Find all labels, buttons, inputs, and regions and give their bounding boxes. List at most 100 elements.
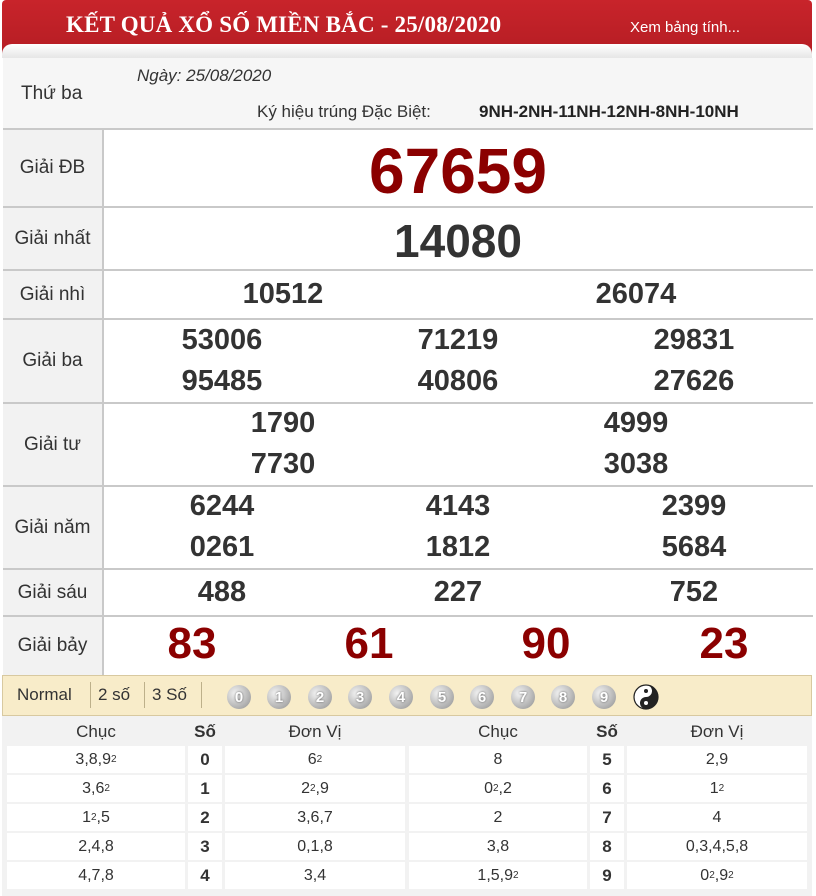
prize-number: 488 bbox=[197, 576, 247, 608]
divider bbox=[144, 682, 145, 708]
loto-row: 0 2,2 6 1 2 bbox=[409, 775, 807, 802]
prize-number: 40806 bbox=[417, 365, 499, 397]
loto-chuc-cell: 8 bbox=[409, 746, 587, 773]
loto-chuc-cell: 4,7,8 bbox=[7, 862, 185, 889]
digit-6-button[interactable]: 6 bbox=[470, 685, 494, 709]
prize-number: 6244 bbox=[189, 490, 255, 522]
prize-number: 4999 bbox=[603, 407, 669, 439]
loto-donvi-cell: 0,3,4,5,8 bbox=[627, 833, 807, 860]
loto-row: 274 bbox=[409, 804, 807, 831]
prize-number: 1790 bbox=[250, 407, 316, 439]
loto-so-cell: 9 bbox=[590, 862, 624, 889]
prize-number: 14080 bbox=[394, 215, 522, 267]
loto-chuc-cell: 1,5,9 2 bbox=[409, 862, 587, 889]
prize-number: 4143 bbox=[425, 490, 491, 522]
header-donvi: Đơn Vị bbox=[690, 722, 744, 741]
prize-number: 71219 bbox=[417, 324, 499, 356]
filter-normal-button[interactable]: Normal bbox=[17, 685, 72, 705]
prize-number: 2399 bbox=[661, 490, 727, 522]
lottery-result-page: KẾT QUẢ XỔ SỐ MIỀN BẮC - 25/08/2020 Xem … bbox=[0, 0, 816, 896]
digit-9-button[interactable]: 9 bbox=[592, 685, 616, 709]
prize-number: 90 bbox=[521, 619, 571, 668]
loto-chuc-cell: 3,8 bbox=[409, 833, 587, 860]
loto-so-cell: 3 bbox=[188, 833, 222, 860]
loto-donvi-cell: 4 bbox=[627, 804, 807, 831]
loto-row: 2,4,8 3 0,1,8 bbox=[7, 833, 405, 860]
prize-row-fourth: Giải tư 1790 4999 7730 3038 bbox=[3, 404, 813, 487]
prize-number: 7730 bbox=[250, 448, 316, 480]
header-divider bbox=[2, 44, 812, 58]
prize-number: 5684 bbox=[661, 531, 727, 563]
loto-so-cell: 8 bbox=[590, 833, 624, 860]
loto-so-cell: 6 bbox=[590, 775, 624, 802]
divider bbox=[201, 682, 202, 708]
special-code: 9NH-2NH-11NH-12NH-8NH-10NH bbox=[479, 102, 739, 121]
loto-donvi-cell: 12 bbox=[627, 775, 807, 802]
prize-row-fifth: Giải năm 6244 4143 2399 0261 1812 5684 bbox=[3, 487, 813, 570]
loto-chuc-cell: 2,4,8 bbox=[7, 833, 185, 860]
prize-number: 61 bbox=[344, 619, 394, 668]
header-so: Số bbox=[194, 722, 216, 741]
loto-row: 1,5,9 2 9 0 2,9 2 bbox=[409, 862, 807, 889]
digit-8-button[interactable]: 8 bbox=[551, 685, 575, 709]
loto-chuc-cell: 3,6 2 bbox=[7, 775, 185, 802]
prize-number: 0261 bbox=[189, 531, 255, 563]
prize-row-second: Giải nhì 10512 26074 bbox=[3, 271, 813, 320]
loto-row: 3,8 8 0,3,4,5,8 bbox=[409, 833, 807, 860]
prize-number: 1812 bbox=[425, 531, 491, 563]
draw-date: Ngày: 25/08/2020 bbox=[137, 66, 272, 85]
loto-header: Chục Số Đơn Vị bbox=[7, 720, 405, 742]
loto-so-cell: 7 bbox=[590, 804, 624, 831]
header-donvi: Đơn Vị bbox=[288, 722, 342, 741]
prize-number: 27626 bbox=[653, 365, 735, 397]
page-title: KẾT QUẢ XỔ SỐ MIỀN BẮC - 25/08/2020 bbox=[66, 12, 502, 37]
loto-table: Chục Số Đơn Vị 3,8,9 2 0 6 2 3,6 2 1 2 2,9 1 2,5 2 3,… bbox=[2, 716, 812, 896]
loto-chuc-cell: 3,8,9 2 bbox=[7, 746, 185, 773]
header-chuc: Chục bbox=[76, 722, 116, 741]
digit-1-button[interactable]: 1 bbox=[267, 685, 291, 709]
filter-bar: Normal 2 số 3 Số 0 1 2 3 4 5 6 7 8 9 bbox=[2, 675, 812, 716]
digit-0-button[interactable]: 0 bbox=[227, 685, 251, 709]
loto-row: 4,7,8 4 3,4 bbox=[7, 862, 405, 889]
prize-label: Giải nhì bbox=[3, 271, 104, 318]
prize-label: Giải sáu bbox=[3, 570, 104, 615]
digit-4-button[interactable]: 4 bbox=[389, 685, 413, 709]
view-table-link[interactable]: Xem bảng tính... bbox=[630, 19, 740, 36]
loto-chuc-cell: 0 2,2 bbox=[409, 775, 587, 802]
info-row: Thứ ba Ngày: 25/08/2020 Ký hiệu trúng Đặ… bbox=[3, 58, 813, 130]
yin-yang-icon[interactable] bbox=[633, 684, 659, 710]
prize-label: Giải ba bbox=[3, 320, 104, 402]
prize-number: 10512 bbox=[242, 278, 324, 310]
loto-so-cell: 0 bbox=[188, 746, 222, 773]
prize-number: 752 bbox=[669, 576, 719, 608]
digit-7-button[interactable]: 7 bbox=[511, 685, 535, 709]
loto-row: 3,8,9 2 0 6 2 bbox=[7, 746, 405, 773]
loto-donvi-cell: 0 2,9 2 bbox=[627, 862, 807, 889]
loto-donvi-cell: 3,4 bbox=[225, 862, 405, 889]
special-code-label: Ký hiệu trúng Đặc Biệt: bbox=[257, 102, 431, 121]
prize-label: Giải ĐB bbox=[3, 130, 104, 206]
digit-3-button[interactable]: 3 bbox=[348, 685, 372, 709]
filter-2-digit-button[interactable]: 2 số bbox=[98, 685, 130, 705]
prize-number: 95485 bbox=[181, 365, 263, 397]
prize-number: 26074 bbox=[595, 278, 677, 310]
loto-row: 3,6 2 1 2 2,9 bbox=[7, 775, 405, 802]
filter-3-digit-button[interactable]: 3 Số bbox=[152, 685, 187, 705]
prize-label: Giải bảy bbox=[3, 617, 104, 675]
loto-donvi-cell: 0,1,8 bbox=[225, 833, 405, 860]
header-chuc: Chục bbox=[478, 722, 518, 741]
loto-so-cell: 2 bbox=[188, 804, 222, 831]
loto-donvi-cell: 2 2,9 bbox=[225, 775, 405, 802]
loto-so-cell: 4 bbox=[188, 862, 222, 889]
prize-number: 83 bbox=[167, 619, 217, 668]
loto-donvi-cell: 3,6,7 bbox=[225, 804, 405, 831]
header-so: Số bbox=[596, 722, 618, 741]
digit-2-button[interactable]: 2 bbox=[308, 685, 332, 709]
loto-chuc-cell: 1 2,5 bbox=[7, 804, 185, 831]
digit-5-button[interactable]: 5 bbox=[430, 685, 454, 709]
loto-header: Chục Số Đơn Vị bbox=[409, 720, 807, 742]
prize-row-first: Giải nhất 14080 bbox=[3, 208, 813, 271]
prize-number: 227 bbox=[433, 576, 483, 608]
prize-row-third: Giải ba 53006 71219 29831 95485 40806 27… bbox=[3, 320, 813, 404]
prize-label: Giải tư bbox=[3, 404, 104, 485]
